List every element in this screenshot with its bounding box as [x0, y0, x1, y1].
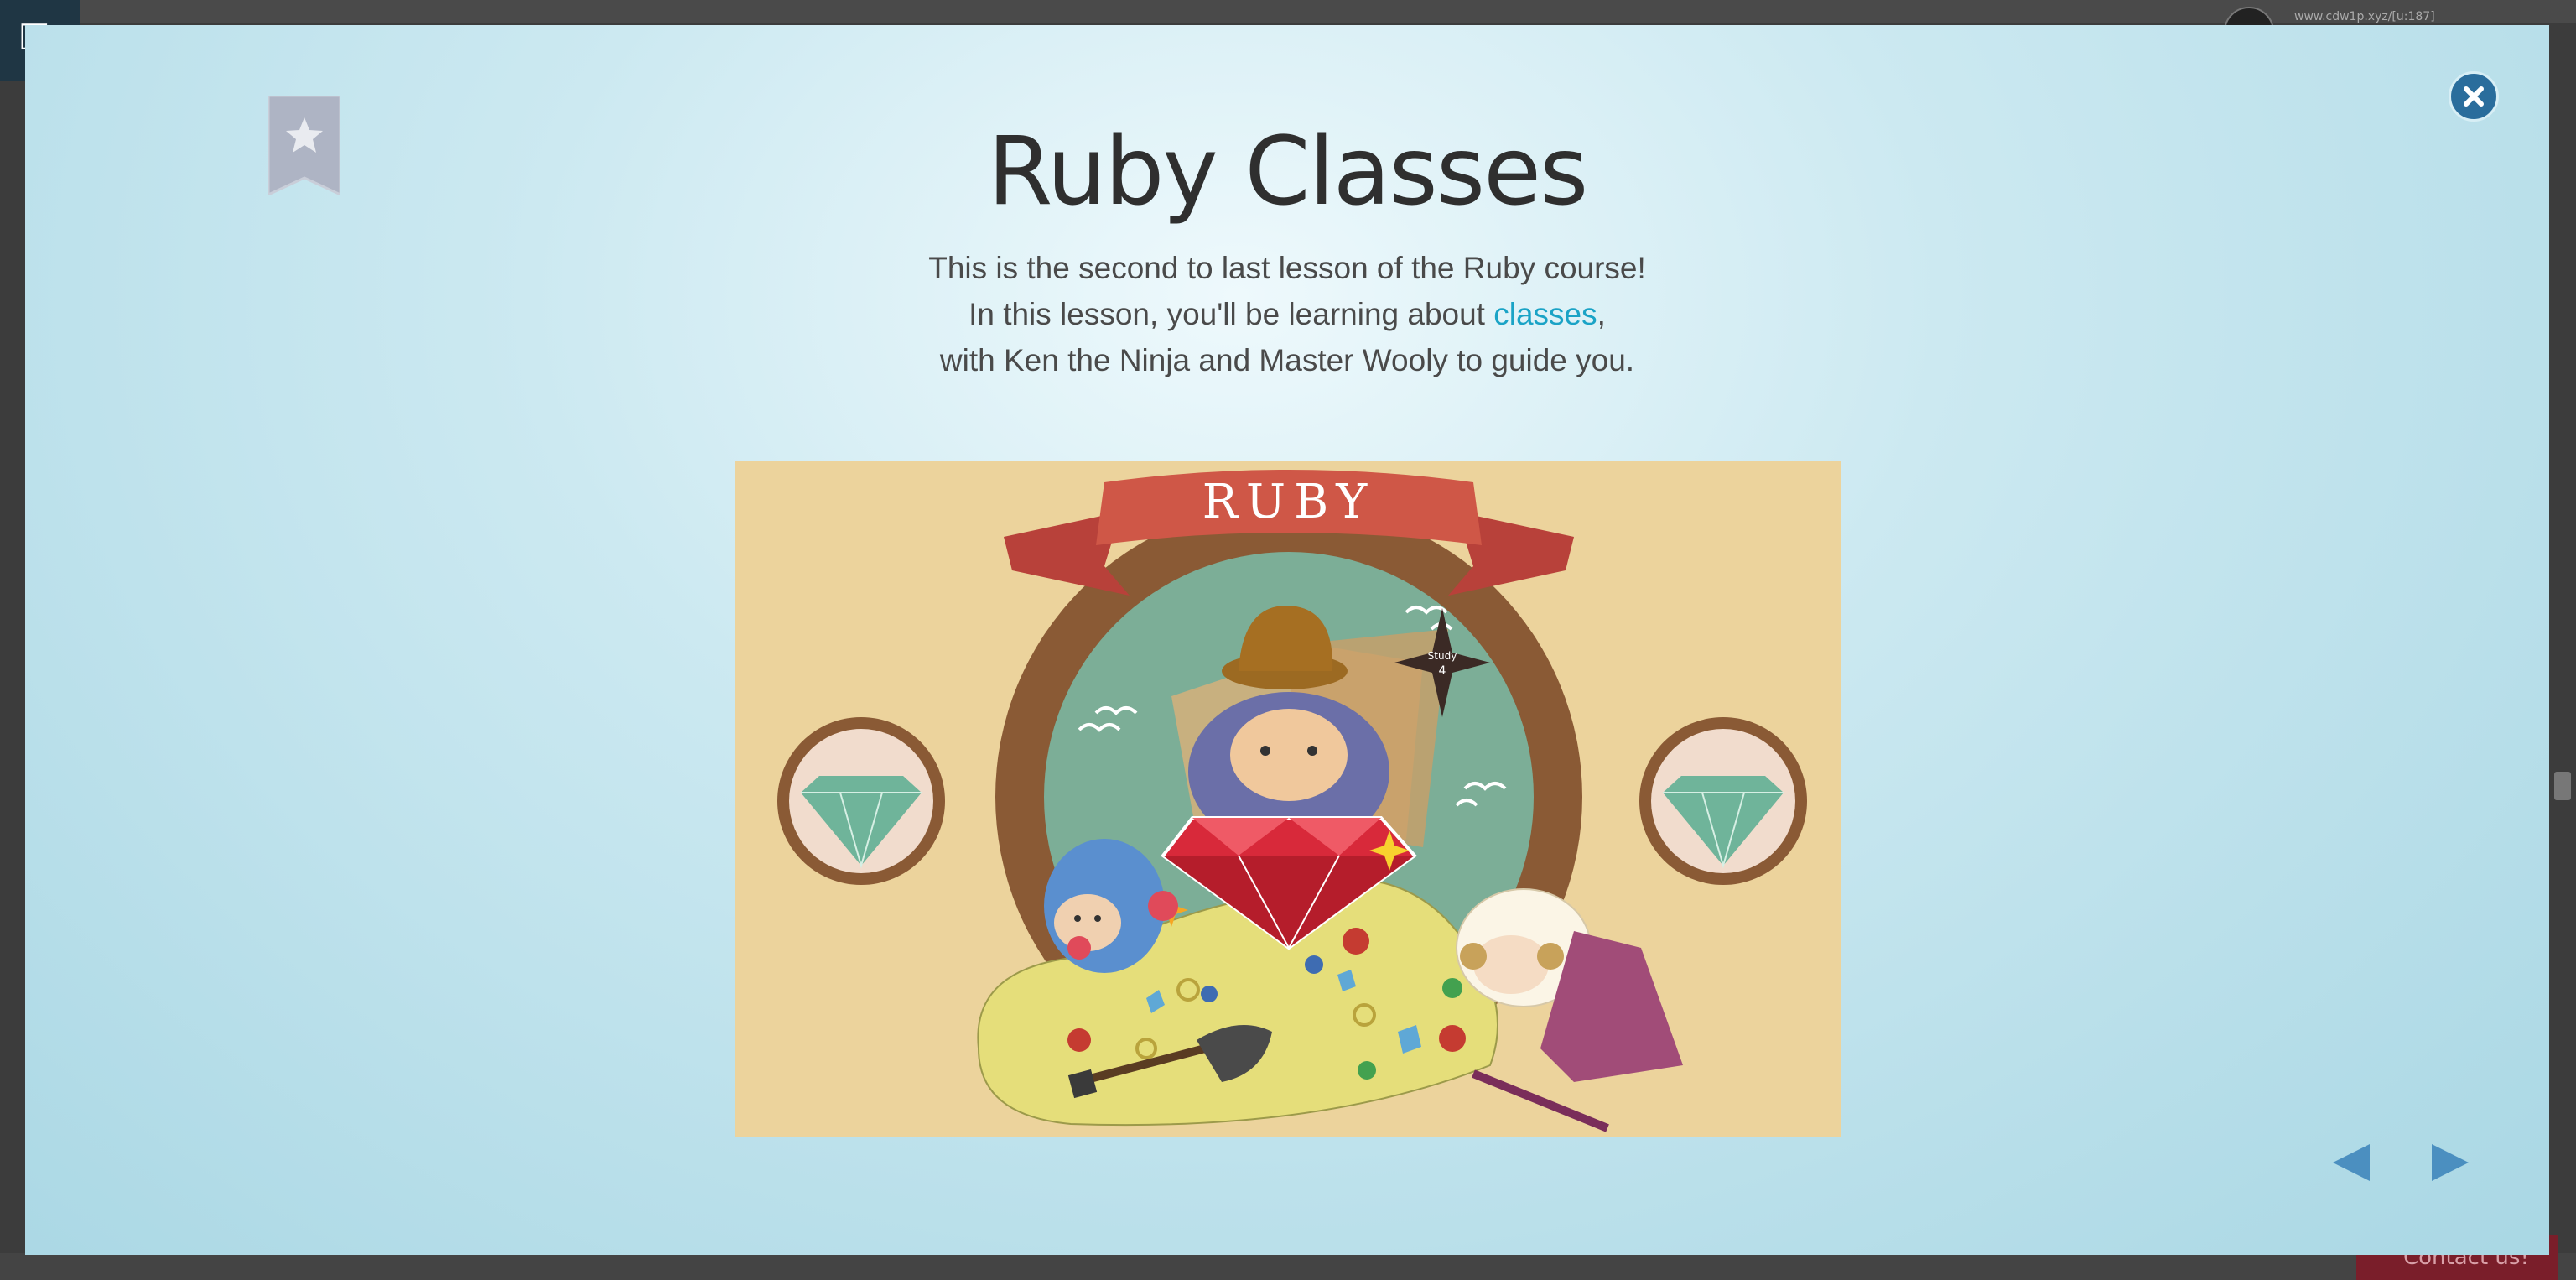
page-scrollbar-thumb[interactable]	[2554, 772, 2571, 800]
next-button[interactable]	[2425, 1137, 2475, 1188]
lesson-intro-modal: Ruby Classes This is the second to last …	[25, 25, 2549, 1255]
ruby-banner-text: RUBY	[1202, 475, 1376, 529]
description-line-3: with Ken the Ninja and Master Wooly to g…	[939, 343, 1635, 377]
left-gem-medallion	[777, 717, 945, 885]
background-bottom-bar	[0, 1253, 2576, 1280]
close-icon	[2464, 86, 2484, 107]
lesson-description: This is the second to last lesson of the…	[25, 245, 2549, 383]
description-line-2-suffix: ,	[1597, 297, 1606, 331]
lesson-illustration: Study 4 RUBY	[735, 461, 1841, 1137]
arrow-left-icon	[2333, 1144, 2370, 1181]
description-line-1: This is the second to last lesson of the…	[928, 251, 1646, 285]
previous-button[interactable]	[2326, 1137, 2376, 1188]
map-star-label: Study	[1428, 650, 1457, 662]
lesson-title: Ruby Classes	[987, 117, 1589, 226]
background-top-bar	[0, 0, 2576, 23]
right-gem-medallion	[1639, 717, 1807, 885]
description-line-2: In this lesson, you'll be learning about…	[25, 291, 2549, 337]
background-url-text: www.cdw1p.xyz/[u:187]	[2294, 10, 2435, 23]
classes-link[interactable]: classes	[1493, 297, 1597, 331]
arrow-right-icon	[2432, 1144, 2469, 1181]
description-line-2-prefix: In this lesson, you'll be learning about	[969, 297, 1494, 331]
map-star-number: 4	[1439, 664, 1446, 678]
close-button[interactable]	[2449, 71, 2499, 122]
